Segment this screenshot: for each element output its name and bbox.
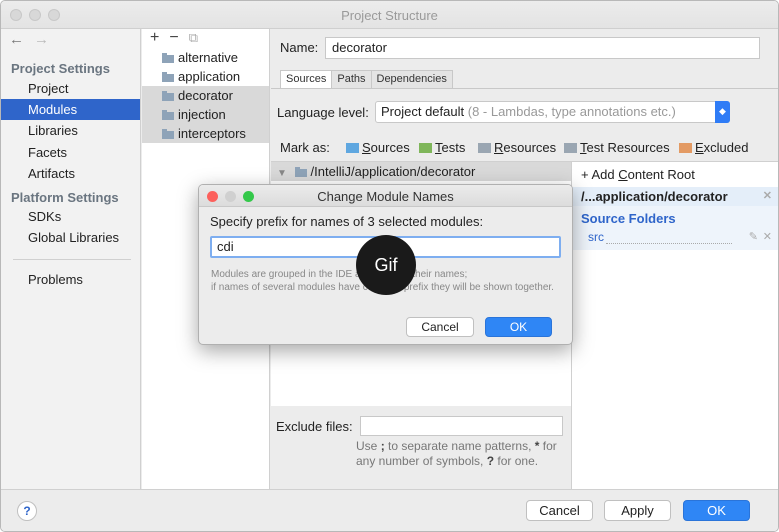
sidebar-item-global-libraries[interactable]: Global Libraries xyxy=(1,227,140,248)
window-title: Project Structure xyxy=(341,8,438,23)
module-tabs: Sources Paths Dependencies xyxy=(280,70,453,89)
forward-arrow-icon[interactable]: → xyxy=(34,31,49,48)
module-folder-icon xyxy=(162,91,174,101)
dialog-title: Change Module Names xyxy=(317,189,454,204)
add-content-root-button[interactable]: + Add Content Root xyxy=(581,167,695,182)
remove-root-icon[interactable]: ✕ xyxy=(763,187,772,206)
content-root-row[interactable]: /...application/decorator ✕ xyxy=(572,187,778,206)
remove-module-icon[interactable]: − xyxy=(169,29,178,46)
tab-paths[interactable]: Paths xyxy=(331,70,372,89)
dialog-footer: ? Cancel Apply OK xyxy=(1,489,778,531)
module-item[interactable]: interceptors xyxy=(142,124,269,143)
select-arrows-icon[interactable]: ◆ xyxy=(715,101,730,123)
module-toolbar: + − ⧉ xyxy=(150,29,208,47)
content-root-label: /...application/decorator xyxy=(581,189,728,204)
module-name-input[interactable]: decorator xyxy=(325,37,760,59)
tab-dependencies[interactable]: Dependencies xyxy=(370,70,453,89)
add-module-icon[interactable]: + xyxy=(150,29,159,46)
title-bar: Project Structure xyxy=(1,1,778,29)
mark-excluded-button[interactable]: Excluded xyxy=(679,140,748,155)
exclude-files-help: Use ; to separate name patterns, * for a… xyxy=(356,439,557,468)
test-resources-folder-icon xyxy=(564,143,577,153)
mark-resources-button[interactable]: Resources xyxy=(478,140,556,155)
apply-button[interactable]: Apply xyxy=(604,500,671,521)
language-level-hint: (8 - Lambdas, type annotations etc.) xyxy=(467,104,676,119)
excluded-folder-icon xyxy=(679,143,692,153)
sidebar-item-artifacts[interactable]: Artifacts xyxy=(1,163,140,184)
sidebar-item-modules[interactable]: Modules xyxy=(1,99,140,120)
name-label: Name: xyxy=(280,40,319,55)
dialog-title-bar: Change Module Names xyxy=(199,185,572,207)
mark-tests-button[interactable]: Tests xyxy=(419,140,465,155)
tab-divider xyxy=(271,88,778,89)
folder-icon xyxy=(294,167,307,177)
source-folder-leader xyxy=(606,243,732,244)
module-folder-icon xyxy=(162,110,174,120)
tree-root-row[interactable]: ▼ /IntelliJ/application/decorator xyxy=(271,162,571,181)
nav-arrows: ← → xyxy=(9,31,59,48)
sidebar-item-facets[interactable]: Facets xyxy=(1,142,140,163)
language-level-value: Project default xyxy=(381,104,465,119)
module-label: interceptors xyxy=(178,126,246,141)
language-level-select[interactable]: Project default (8 - Lambdas, type annot… xyxy=(375,101,730,123)
exclude-files-panel: Exclude files: Use ; to separate name pa… xyxy=(271,406,571,489)
ok-button[interactable]: OK xyxy=(683,500,750,521)
tree-expand-icon[interactable]: ▼ xyxy=(277,168,287,179)
module-item[interactable]: application xyxy=(142,67,269,86)
module-item[interactable]: decorator xyxy=(142,86,269,105)
language-level-label: Language level: xyxy=(277,105,369,120)
source-folders-section: Source Folders src ✎ ✕ xyxy=(572,206,778,250)
module-label: application xyxy=(178,69,241,84)
edit-pencil-icon[interactable]: ✎ xyxy=(749,230,758,243)
gif-badge: Gif xyxy=(356,235,416,295)
module-label: decorator xyxy=(178,88,233,103)
mark-test-resources-button[interactable]: Test Resources xyxy=(564,140,670,155)
resources-folder-icon xyxy=(478,143,491,153)
dialog-prompt: Specify prefix for names of 3 selected m… xyxy=(210,214,484,229)
cancel-button[interactable]: Cancel xyxy=(526,500,593,521)
module-item[interactable]: injection xyxy=(142,105,269,124)
platform-settings-heading: Platform Settings xyxy=(11,190,119,205)
tests-folder-icon xyxy=(419,143,432,153)
mark-sources-button[interactable]: Sources xyxy=(346,140,410,155)
dialog-ok-button[interactable]: OK xyxy=(485,317,552,337)
back-arrow-icon[interactable]: ← xyxy=(9,31,24,48)
remove-source-icon[interactable]: ✕ xyxy=(763,230,772,243)
module-folder-icon xyxy=(162,129,174,139)
sources-folder-icon xyxy=(346,143,359,153)
help-button[interactable]: ? xyxy=(17,501,37,521)
source-folders-heading: Source Folders xyxy=(581,211,676,226)
module-item[interactable]: alternative xyxy=(142,48,269,67)
sidebar-item-problems[interactable]: Problems xyxy=(1,269,140,290)
mark-as-label: Mark as: xyxy=(280,140,330,155)
module-folder-icon xyxy=(162,53,174,63)
module-label: injection xyxy=(178,107,226,122)
copy-module-icon[interactable]: ⧉ xyxy=(189,30,198,45)
tree-path-label: /IntelliJ/application/decorator xyxy=(310,164,476,179)
sidebar-item-libraries[interactable]: Libraries xyxy=(1,120,140,141)
module-folder-icon xyxy=(162,72,174,82)
module-label: alternative xyxy=(178,50,238,65)
sidebar-divider xyxy=(13,259,131,260)
dialog-cancel-button[interactable]: Cancel xyxy=(406,317,474,337)
sidebar-item-project[interactable]: Project xyxy=(1,78,140,99)
content-roots-panel: + Add Content Root /...application/decor… xyxy=(571,161,778,489)
sidebar-item-sdks[interactable]: SDKs xyxy=(1,206,140,227)
project-settings-heading: Project Settings xyxy=(11,61,110,76)
exclude-files-label: Exclude files: xyxy=(276,419,353,434)
source-folder-item[interactable]: src xyxy=(588,230,604,244)
exclude-files-input[interactable] xyxy=(360,416,563,436)
tab-sources[interactable]: Sources xyxy=(280,70,333,89)
settings-sidebar: ← → Project Settings Project Modules Libr… xyxy=(1,29,141,489)
